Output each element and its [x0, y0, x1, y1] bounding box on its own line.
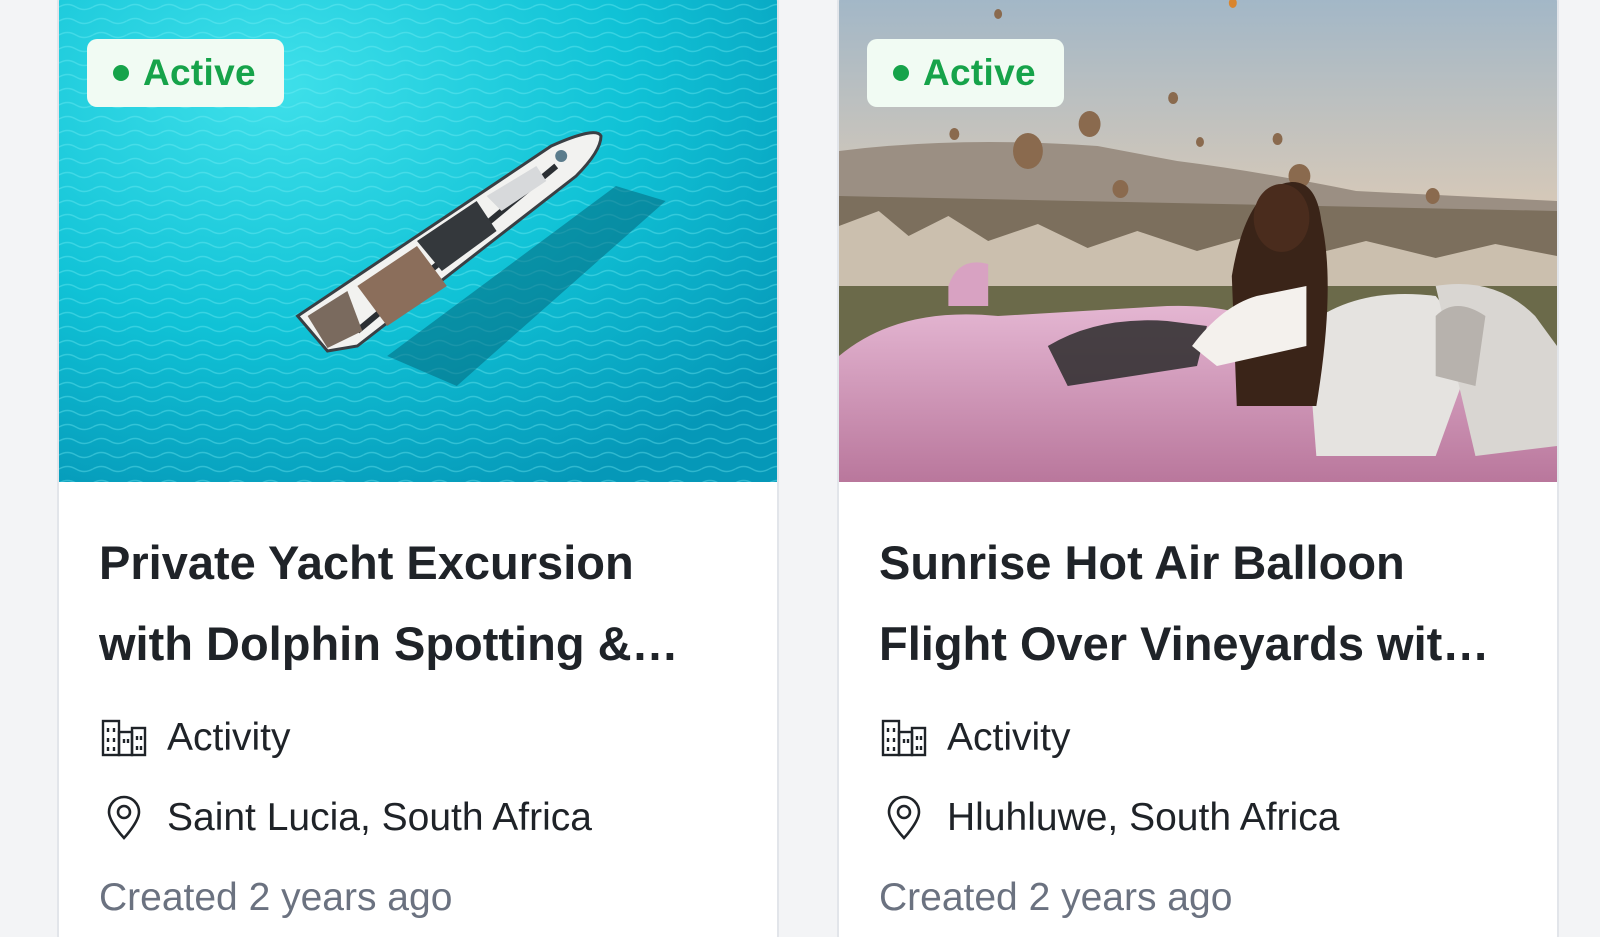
- status-label: Active: [143, 52, 256, 93]
- listing-card[interactable]: Active Sunrise Hot Air Balloon Flight Ov…: [837, 0, 1559, 937]
- category-label: Activity: [167, 716, 291, 759]
- status-label: Active: [923, 52, 1036, 93]
- location-label: Hluhluwe, South Africa: [947, 796, 1340, 839]
- location-row: Hluhluwe, South Africa: [879, 794, 1517, 842]
- location-row: Saint Lucia, South Africa: [99, 794, 737, 842]
- listing-image[interactable]: Active: [59, 0, 777, 482]
- status-badge: Active: [87, 39, 284, 107]
- created-timestamp: Created 2 years ago: [99, 876, 453, 919]
- listing-card[interactable]: Active Private Yacht Excursion with Dolp…: [57, 0, 779, 937]
- status-dot-icon: [893, 65, 909, 81]
- listing-title[interactable]: Private Yacht Excursion with Dolphin Spo…: [99, 522, 737, 684]
- category-label: Activity: [947, 716, 1071, 759]
- status-badge: Active: [867, 39, 1064, 107]
- category-row: Activity: [879, 714, 1517, 762]
- building-icon: [99, 714, 149, 762]
- category-row: Activity: [99, 714, 737, 762]
- listing-image[interactable]: Active: [839, 0, 1557, 482]
- building-icon: [879, 714, 929, 762]
- map-pin-icon: [879, 794, 929, 842]
- created-timestamp: Created 2 years ago: [879, 876, 1233, 919]
- map-pin-icon: [99, 794, 149, 842]
- status-dot-icon: [113, 65, 129, 81]
- location-label: Saint Lucia, South Africa: [167, 796, 592, 839]
- listing-title[interactable]: Sunrise Hot Air Balloon Flight Over Vine…: [879, 522, 1517, 684]
